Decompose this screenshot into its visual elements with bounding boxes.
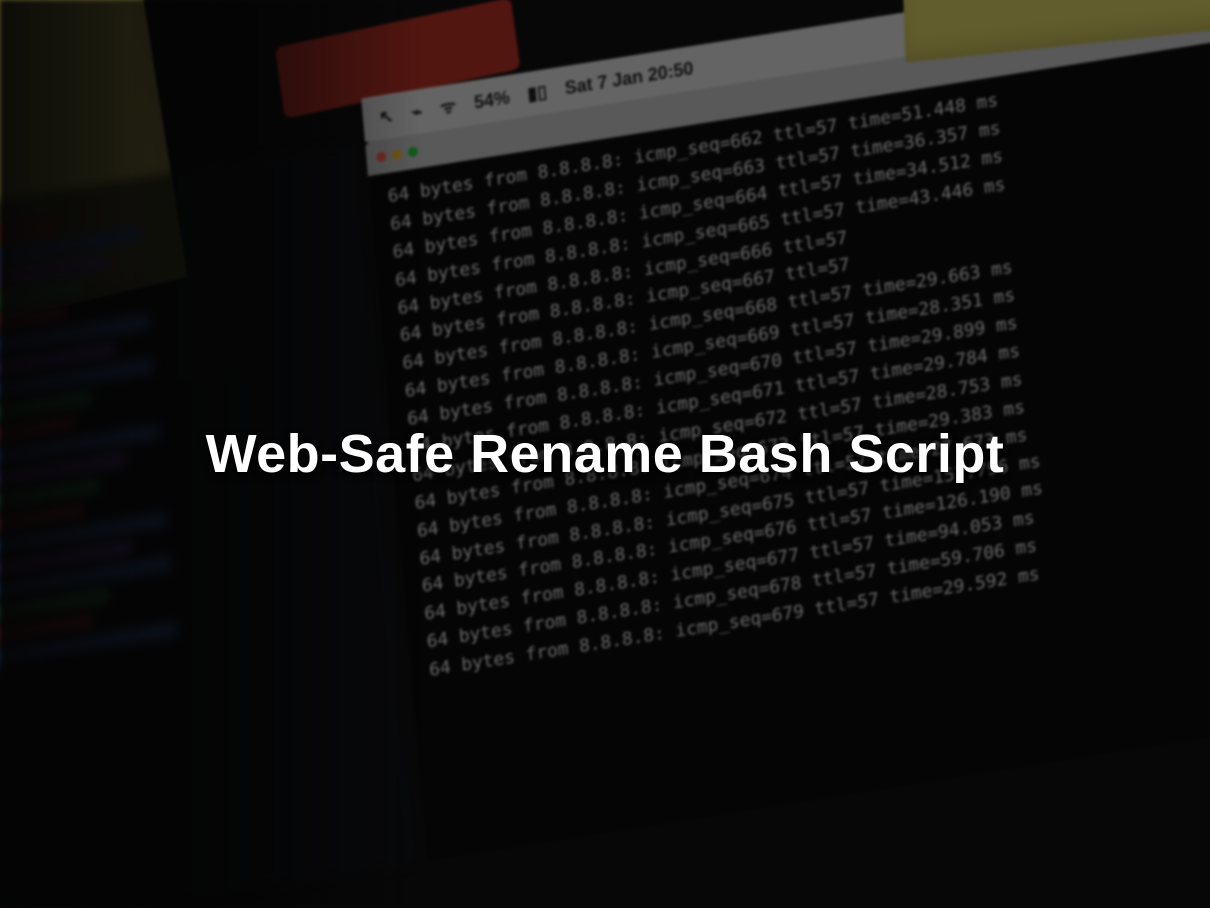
- page-title: Web-Safe Rename Bash Script: [206, 423, 1005, 485]
- wifi-icon: ᯤ: [439, 94, 457, 121]
- hero-image: ↖ ⌁ ᯤ 54% ▮▯ Sat 7 Jan 20:50 🔍 ≡ 64 byte…: [0, 0, 1210, 908]
- battery-icon: ▮▯: [527, 81, 548, 105]
- battery-percent: 54%: [473, 87, 510, 114]
